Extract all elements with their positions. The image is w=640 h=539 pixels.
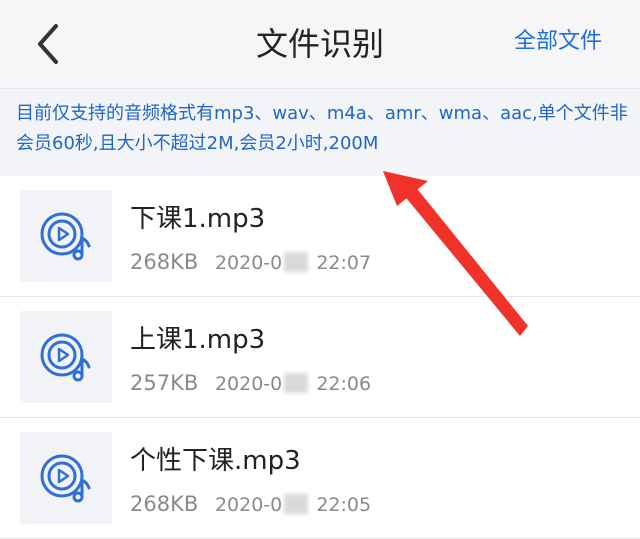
audio-file-icon [40, 454, 91, 503]
file-meta: 268KB 2020-0 22:07 [130, 250, 371, 274]
audio-file-icon [40, 333, 91, 382]
file-name: 上课1.mp3 [130, 325, 266, 355]
blurred-date [284, 252, 309, 272]
file-time: 22:07 [316, 252, 372, 274]
file-date-prefix: 2020-0 [214, 252, 283, 274]
format-notice-text: 目前仅支持的音频格式有mp3、wav、m4a、amr、wma、aac,单个文件非… [16, 103, 628, 154]
blurred-date [284, 494, 309, 514]
file-date: 2020-0 22:06 [215, 373, 371, 395]
file-time: 22:05 [316, 494, 372, 516]
file-date: 2020-0 22:07 [215, 252, 371, 274]
file-thumbnail [20, 311, 112, 403]
file-thumbnail [20, 190, 112, 282]
back-button[interactable] [30, 22, 70, 66]
file-thumbnail [20, 432, 112, 524]
file-row[interactable]: 个性下课.mp3 268KB 2020-0 22:05 [0, 418, 640, 539]
file-name: 个性下课.mp3 [130, 446, 301, 476]
file-size: 268KB [130, 492, 199, 516]
file-date-prefix: 2020-0 [214, 373, 283, 395]
format-notice: 目前仅支持的音频格式有mp3、wav、m4a、amr、wma、aac,单个文件非… [0, 88, 640, 176]
file-date: 2020-0 22:05 [215, 494, 371, 516]
file-size: 257KB [130, 371, 199, 395]
blurred-date [284, 373, 309, 393]
file-name: 下课1.mp3 [130, 204, 266, 234]
top-bar: 文件识别 全部文件 [0, 0, 640, 88]
all-files-button[interactable]: 全部文件 [514, 0, 602, 88]
chevron-left-icon [38, 24, 58, 64]
file-meta: 268KB 2020-0 22:05 [130, 492, 371, 516]
file-meta: 257KB 2020-0 22:06 [130, 371, 371, 395]
file-size: 268KB [130, 250, 199, 274]
file-time: 22:06 [316, 373, 372, 395]
file-row[interactable]: 上课1.mp3 257KB 2020-0 22:06 [0, 297, 640, 418]
file-row[interactable]: 下课1.mp3 268KB 2020-0 22:07 [0, 176, 640, 297]
audio-file-icon [40, 212, 91, 261]
file-date-prefix: 2020-0 [214, 494, 283, 516]
